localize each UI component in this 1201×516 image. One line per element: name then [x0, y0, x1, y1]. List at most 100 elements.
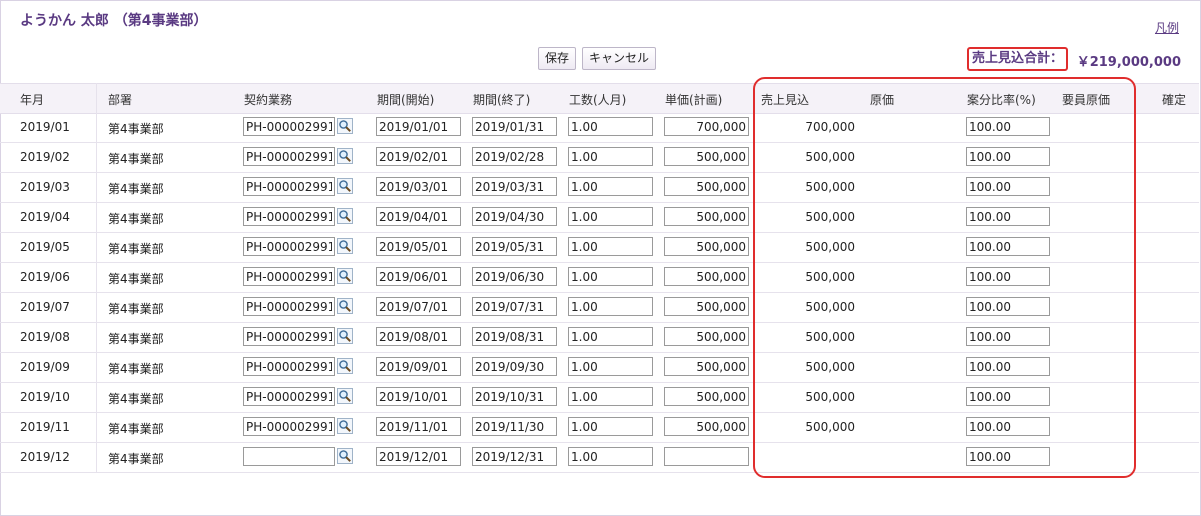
- contract-input[interactable]: [243, 147, 335, 166]
- magnifier-icon[interactable]: [337, 358, 353, 374]
- contract-input[interactable]: [243, 417, 335, 436]
- ratio-input[interactable]: [966, 447, 1050, 466]
- contract-input[interactable]: [243, 267, 335, 286]
- start-date-input[interactable]: [376, 117, 461, 136]
- magnifier-icon[interactable]: [337, 268, 353, 284]
- ratio-input[interactable]: [966, 387, 1050, 406]
- end-date-input[interactable]: [472, 387, 557, 406]
- unit-price-input[interactable]: [664, 417, 749, 436]
- end-date-input[interactable]: [472, 357, 557, 376]
- col-header-contract: 契約業務: [244, 93, 293, 107]
- contract-input[interactable]: [243, 357, 335, 376]
- end-date-input[interactable]: [472, 327, 557, 346]
- effort-input[interactable]: [568, 207, 653, 226]
- ratio-input[interactable]: [966, 147, 1050, 166]
- start-date-input[interactable]: [376, 387, 461, 406]
- col-header-end: 期間(終了): [473, 93, 531, 107]
- contract-input[interactable]: [243, 177, 335, 196]
- month-cell: 2019/10: [20, 390, 70, 404]
- start-date-input[interactable]: [376, 177, 461, 196]
- end-date-input[interactable]: [472, 237, 557, 256]
- effort-input[interactable]: [568, 177, 653, 196]
- end-date-input[interactable]: [472, 177, 557, 196]
- effort-input[interactable]: [568, 147, 653, 166]
- col-header-unit-price: 単価(計画): [665, 93, 723, 107]
- unit-price-input[interactable]: [664, 147, 749, 166]
- unit-price-input[interactable]: [664, 387, 749, 406]
- end-date-input[interactable]: [472, 147, 557, 166]
- start-date-input[interactable]: [376, 207, 461, 226]
- magnifier-icon[interactable]: [337, 388, 353, 404]
- magnifier-icon[interactable]: [337, 118, 353, 134]
- ratio-input[interactable]: [966, 297, 1050, 316]
- start-date-input[interactable]: [376, 447, 461, 466]
- sales-estimate-cell: 500,000: [805, 210, 855, 224]
- magnifier-icon[interactable]: [337, 418, 353, 434]
- effort-input[interactable]: [568, 357, 653, 376]
- ratio-input[interactable]: [966, 327, 1050, 346]
- unit-price-input[interactable]: [664, 237, 749, 256]
- start-date-input[interactable]: [376, 327, 461, 346]
- unit-price-input[interactable]: [664, 447, 749, 466]
- contract-input[interactable]: [243, 447, 335, 466]
- unit-price-input[interactable]: [664, 207, 749, 226]
- ratio-input[interactable]: [966, 177, 1050, 196]
- end-date-input[interactable]: [472, 267, 557, 286]
- magnifier-icon[interactable]: [337, 178, 353, 194]
- sales-estimate-cell: 500,000: [805, 150, 855, 164]
- ratio-input[interactable]: [966, 417, 1050, 436]
- end-date-input[interactable]: [472, 447, 557, 466]
- contract-input[interactable]: [243, 327, 335, 346]
- unit-price-input[interactable]: [664, 267, 749, 286]
- magnifier-icon[interactable]: [337, 208, 353, 224]
- magnifier-icon[interactable]: [337, 298, 353, 314]
- start-date-input[interactable]: [376, 237, 461, 256]
- end-date-input[interactable]: [472, 207, 557, 226]
- start-date-input[interactable]: [376, 417, 461, 436]
- effort-input[interactable]: [568, 327, 653, 346]
- save-button[interactable]: 保存: [538, 47, 577, 70]
- month-cell: 2019/09: [20, 360, 70, 374]
- sales-estimate-cell: 500,000: [805, 390, 855, 404]
- effort-input[interactable]: [568, 117, 653, 136]
- contract-input[interactable]: [243, 387, 335, 406]
- end-date-input[interactable]: [472, 297, 557, 316]
- unit-price-input[interactable]: [664, 327, 749, 346]
- effort-input[interactable]: [568, 447, 653, 466]
- start-date-input[interactable]: [376, 357, 461, 376]
- effort-input[interactable]: [568, 387, 653, 406]
- unit-price-input[interactable]: [664, 177, 749, 196]
- magnifier-icon[interactable]: [337, 148, 353, 164]
- magnifier-icon[interactable]: [337, 328, 353, 344]
- end-date-input[interactable]: [472, 417, 557, 436]
- col-header-effort: 工数(人月): [569, 93, 627, 107]
- unit-price-input[interactable]: [664, 357, 749, 376]
- ratio-input[interactable]: [966, 267, 1050, 286]
- effort-input[interactable]: [568, 297, 653, 316]
- cancel-button[interactable]: キャンセル: [582, 47, 657, 70]
- end-date-input[interactable]: [472, 117, 557, 136]
- ratio-input[interactable]: [966, 357, 1050, 376]
- contract-input[interactable]: [243, 237, 335, 256]
- magnifier-icon[interactable]: [337, 238, 353, 254]
- month-cell: 2019/06: [20, 270, 70, 284]
- contract-input[interactable]: [243, 117, 335, 136]
- contract-input[interactable]: [243, 297, 335, 316]
- effort-input[interactable]: [568, 417, 653, 436]
- legend-link[interactable]: 凡例: [1155, 19, 1179, 36]
- start-date-input[interactable]: [376, 147, 461, 166]
- ratio-input[interactable]: [966, 117, 1050, 136]
- unit-price-input[interactable]: [664, 117, 749, 136]
- magnifier-icon[interactable]: [337, 448, 353, 464]
- ratio-input[interactable]: [966, 207, 1050, 226]
- ratio-input[interactable]: [966, 237, 1050, 256]
- contract-input[interactable]: [243, 207, 335, 226]
- dept-cell: 第4事業部: [108, 422, 164, 436]
- start-date-input[interactable]: [376, 297, 461, 316]
- table-row: 2019/09 第4事業部 500,000: [0, 352, 1199, 383]
- dept-cell: 第4事業部: [108, 182, 164, 196]
- effort-input[interactable]: [568, 267, 653, 286]
- unit-price-input[interactable]: [664, 297, 749, 316]
- start-date-input[interactable]: [376, 267, 461, 286]
- effort-input[interactable]: [568, 237, 653, 256]
